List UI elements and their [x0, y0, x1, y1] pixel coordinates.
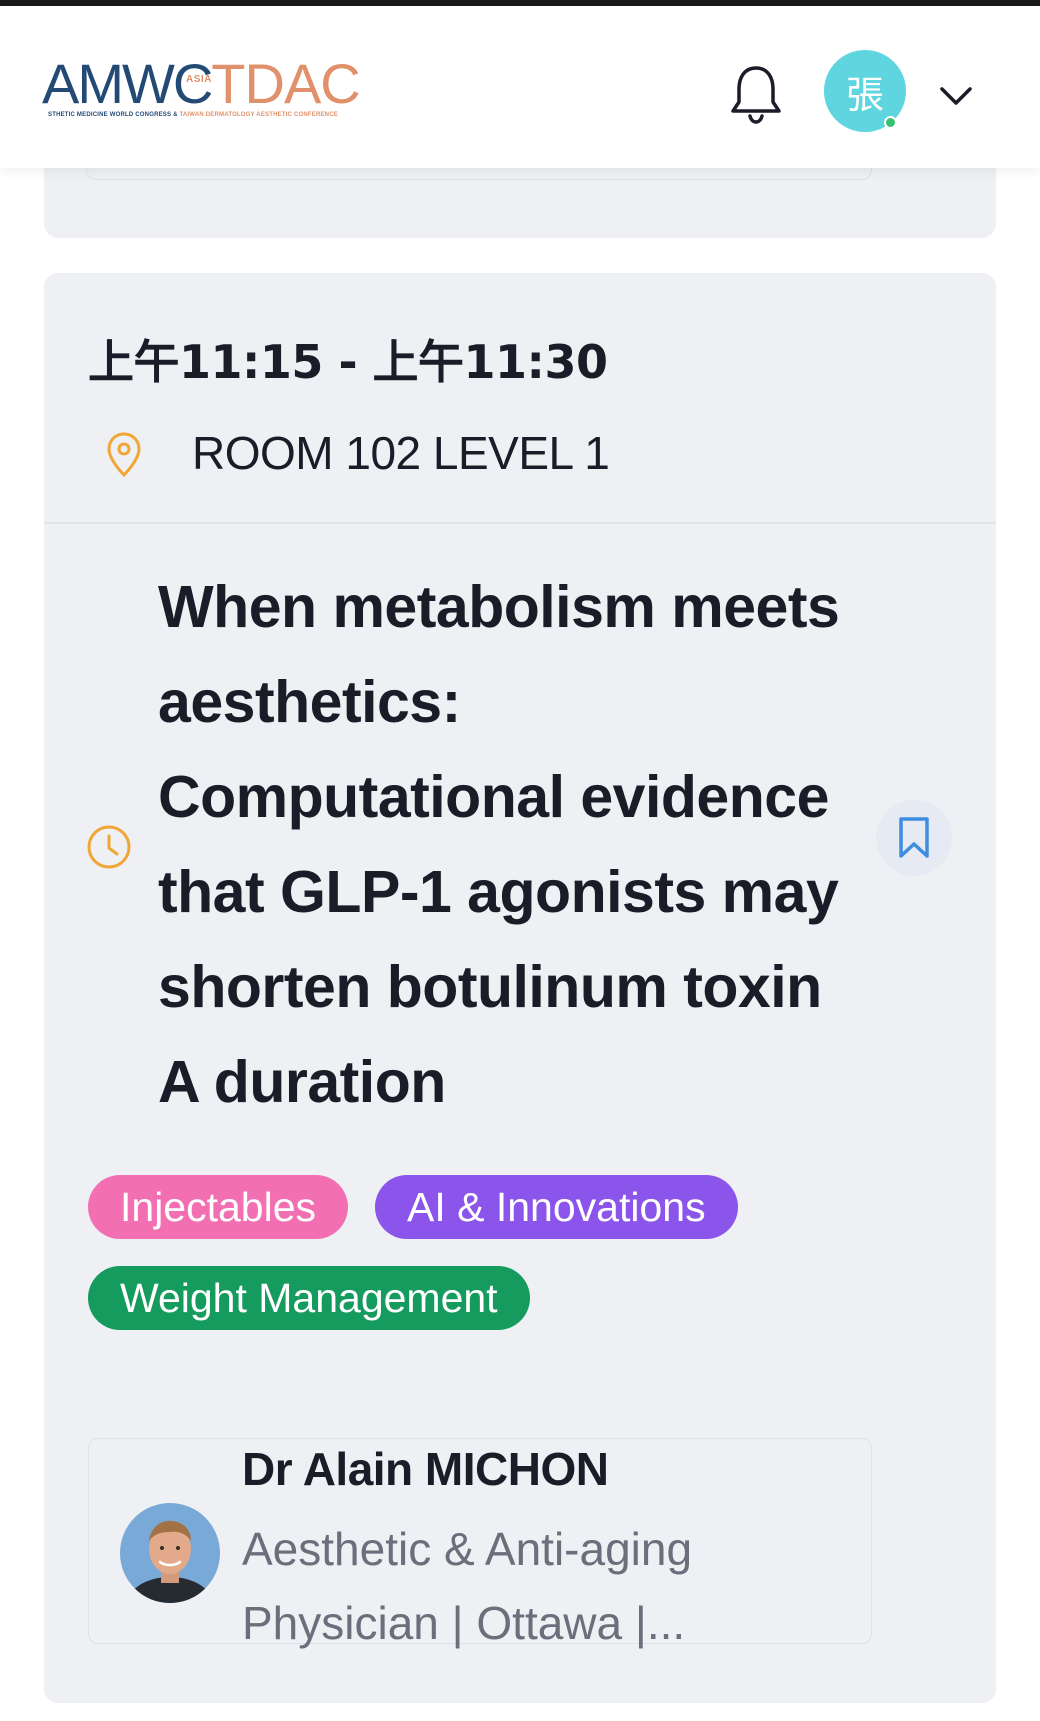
logo-region: ASIA [186, 74, 212, 85]
clock-icon [87, 825, 131, 869]
chevron-down-icon[interactable] [938, 84, 974, 108]
session-location: ROOM 102 LEVEL 1 [192, 427, 610, 479]
logo-tagline: STHETIC MEDICINE WORLD CONGRESS & TAIWAN… [48, 112, 338, 118]
online-status-dot [884, 116, 897, 129]
session-time: 上午11:15 - 上午11:30 [88, 335, 608, 389]
bookmark-icon [899, 817, 929, 858]
bell-icon[interactable] [728, 62, 784, 126]
divider [44, 522, 996, 524]
speaker-name[interactable]: Dr Alain MICHON [242, 1442, 609, 1496]
session-title[interactable]: When metabolism meets aesthetics: Comput… [158, 560, 858, 1130]
tag-weight-management[interactable]: Weight Management [88, 1266, 530, 1330]
tag-injectables[interactable]: Injectables [88, 1175, 349, 1239]
speaker-role: Aesthetic & Anti-aging Physician | Ottaw… [242, 1523, 693, 1649]
app-header: AMWCTDAC ASIA STHETIC MEDICINE WORLD CON… [0, 6, 1040, 168]
speaker-avatar[interactable] [120, 1503, 220, 1603]
amwc-tdac-logo[interactable]: AMWCTDAC ASIA STHETIC MEDICINE WORLD CON… [42, 52, 361, 132]
bookmark-button[interactable] [876, 800, 952, 876]
map-pin-icon [107, 432, 141, 478]
tag-ai-innovations[interactable]: AI & Innovations [375, 1175, 738, 1239]
